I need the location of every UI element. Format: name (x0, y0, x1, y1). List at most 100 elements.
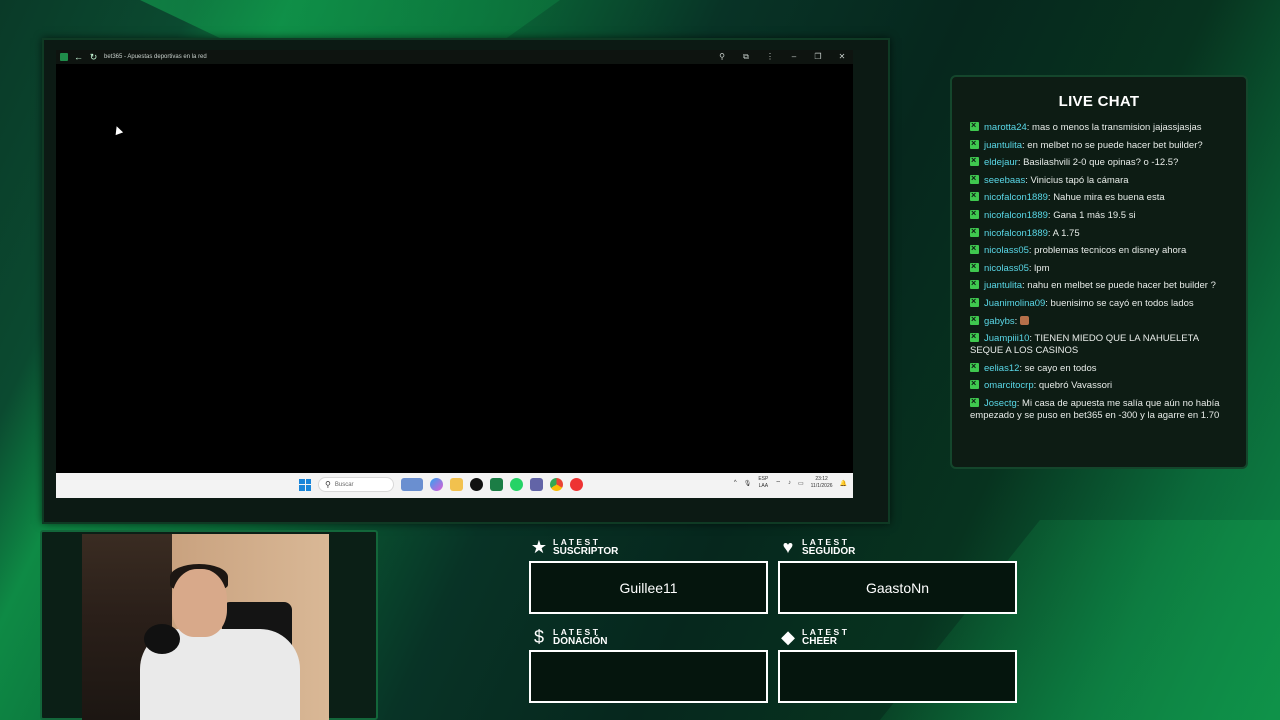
chat-message: nicolass05: lpm (970, 260, 1232, 275)
volume-icon[interactable]: ♪ (788, 480, 791, 486)
minimize-button[interactable]: – (789, 52, 799, 62)
chrome-icon[interactable] (550, 478, 563, 491)
latest-cheer-header: ◆ LATEST CHEER (778, 627, 849, 647)
chat-message: seeebaas: Vinicius tapó la cámara (970, 172, 1232, 187)
chat-username: eldejaur (984, 157, 1018, 169)
webcam-feed (82, 534, 329, 720)
chat-message: nicofalcon1889: Gana 1 más 19.5 si (970, 207, 1232, 222)
chat-text: : lpm (1028, 262, 1050, 274)
chat-badge-icon (970, 295, 979, 307)
microphone-icon[interactable]: 🎙 (744, 480, 752, 487)
chat-username: nicofalcon1889 (984, 209, 1048, 221)
chat-username: Juanimolina09 (984, 297, 1046, 309)
diamond-icon: ◆ (781, 627, 795, 647)
extensions-icon[interactable]: ⧉ (741, 52, 751, 62)
chat-message: eldejaur: Basilashvili 2-0 que opinas? o… (970, 154, 1232, 169)
chat-username: Juampiii10 (984, 333, 1030, 345)
chat-text: : buenisimo se cayó en todos lados (1045, 297, 1194, 309)
app-icon[interactable] (570, 478, 583, 491)
chat-badge-icon (970, 260, 979, 272)
latest-sub-header: ★ LATEST SUSCRIPTOR (530, 537, 619, 557)
search-icon[interactable]: ⚲ (717, 52, 727, 62)
chat-username: juantulita (984, 280, 1023, 292)
system-tray: ^ 🎙 ESP LAA ⌔ ♪ ▭ 23:12 11/1/2026 🔔 (734, 476, 847, 490)
chat-username: nicolass05 (984, 262, 1029, 274)
chat-text: : Gana 1 más 19.5 si (1047, 209, 1136, 221)
chat-message: Josectg: Mi casa de apuesta me salía que… (970, 395, 1232, 422)
battery-icon[interactable]: ▭ (798, 480, 804, 487)
latest-donation-box (529, 650, 768, 703)
chat-text: : quebró Vavassori (1033, 380, 1113, 392)
chat-message: marotta24: mas o menos la transmision ja… (970, 119, 1232, 134)
chat-badge-icon (970, 330, 979, 343)
widgets-icon[interactable] (401, 478, 423, 491)
chat-badge-icon (970, 172, 979, 184)
live-chat-panel: LIVE CHAT marotta24: mas o menos la tran… (950, 75, 1248, 469)
notifications-icon[interactable]: 🔔 (840, 480, 847, 487)
chat-badge-icon (970, 189, 979, 202)
windows-start-icon[interactable] (299, 478, 311, 491)
chat-message-list: marotta24: mas o menos la transmision ja… (970, 119, 1232, 428)
microphone (144, 624, 180, 654)
chat-username: juantulita (984, 139, 1023, 151)
chat-badge-icon (970, 225, 979, 237)
latest-follower-box: GaastoNn (778, 561, 1017, 614)
latest-follow-header: ♥ LATEST SEGUIDOR (778, 537, 856, 557)
latest-subscriber-box: Guillee11 (529, 561, 768, 614)
chat-text: : se cayo en todos (1019, 362, 1097, 374)
dollar-icon: $ (533, 627, 544, 647)
chat-badge-icon (970, 119, 979, 131)
bet365-app-icon[interactable] (490, 478, 503, 491)
chat-username: omarcitocrp (984, 380, 1034, 392)
back-arrow-icon[interactable]: ← (74, 52, 83, 62)
restore-button[interactable]: ❐ (813, 52, 823, 62)
chat-badge-icon (970, 313, 979, 325)
browser-titlebar: ← ↻ bet365 - Apuestas deportivas en la r… (56, 50, 853, 64)
chat-username: nicofalcon1889 (984, 227, 1048, 239)
copilot-icon[interactable] (430, 478, 443, 491)
latest-cheer-box (778, 650, 1017, 703)
tiktok-icon[interactable] (470, 478, 483, 491)
whatsapp-icon[interactable] (510, 478, 523, 491)
heart-icon: ♥ (782, 537, 794, 557)
chat-badge-icon (970, 137, 979, 149)
star-icon: ★ (530, 537, 548, 557)
chat-message: juantulita: en melbet no se puede hacer … (970, 137, 1232, 152)
chat-text: : Vinicius tapó la cámara (1025, 174, 1129, 186)
chat-text: : mas o menos la transmision jajassjasja… (1026, 122, 1202, 133)
chevron-up-icon[interactable]: ^ (734, 480, 737, 486)
chat-message: Juanimolina09: buenisimo se cayó en todo… (970, 295, 1232, 310)
more-menu-icon[interactable]: ⋮ (765, 52, 775, 62)
latest-donation-header: $ LATEST DONACIÓN (529, 627, 607, 647)
chat-message: eelias12: se cayo en todos (970, 360, 1232, 375)
chat-message: gabybs: (970, 313, 1232, 328)
chat-badge-icon (970, 207, 979, 219)
chat-text: : problemas tecnicos en disney ahora (1028, 245, 1187, 257)
chat-username: eelias12 (984, 362, 1020, 374)
mouse-cursor-icon (112, 124, 124, 136)
chat-username: nicolass05 (984, 245, 1029, 257)
chat-badge-icon (970, 377, 979, 390)
emote-icon (1019, 315, 1029, 325)
close-button[interactable]: ✕ (837, 52, 847, 62)
language-indicator[interactable]: ESP LAA (758, 476, 768, 490)
teams-icon[interactable] (530, 478, 543, 491)
chat-text: : Basilashvili 2-0 que opinas? o -12.5? (1017, 157, 1179, 169)
file-explorer-icon[interactable] (450, 478, 463, 491)
clock[interactable]: 23:12 11/1/2026 (811, 476, 833, 490)
chat-badge-icon (970, 395, 979, 407)
browser-window: ← ↻ bet365 - Apuestas deportivas en la r… (56, 50, 853, 498)
chat-message: Juampiii10: TIENEN MIEDO QUE LA NAHUELET… (970, 330, 1232, 357)
chat-username: nicofalcon1889 (984, 192, 1048, 204)
chat-text: : A 1.75 (1047, 227, 1080, 239)
chat-message: juantulita: nahu en melbet se puede hace… (970, 277, 1232, 292)
chat-title: LIVE CHAT (1058, 93, 1140, 110)
chat-username: gabybs (984, 315, 1015, 327)
tab-title: bet365 - Apuestas deportivas en la red (104, 54, 207, 60)
chat-username: seeebaas (984, 174, 1026, 186)
chat-username: Josectg (984, 397, 1017, 409)
reload-icon[interactable]: ↻ (89, 52, 98, 62)
windows-taskbar: ⚲ Buscar ^ 🎙 ESP LAA ⌔ ♪ ▭ 23:12 11/1/20… (56, 473, 853, 498)
wifi-icon[interactable]: ⌔ (775, 479, 781, 487)
taskbar-search-input[interactable]: ⚲ Buscar (318, 477, 394, 492)
